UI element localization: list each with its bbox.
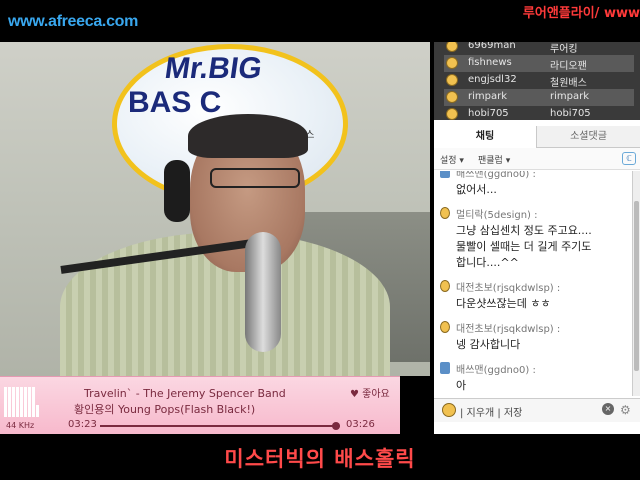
chat-bottom-toolbar: | 지우개 | 저장 × ⚙ xyxy=(434,398,640,422)
total-time: 03:26 xyxy=(346,419,375,430)
user-row[interactable]: fishnews 라디오팬 xyxy=(444,55,634,72)
user-id: fishnews xyxy=(468,57,512,68)
site-url[interactable]: www.afreeca.com xyxy=(8,13,138,31)
microphone xyxy=(245,232,281,352)
user-row[interactable]: engjsdl32 철원배스 xyxy=(444,72,634,89)
sign-text-line2: BAS C xyxy=(128,86,222,119)
user-face-icon xyxy=(446,108,458,120)
user-id: engjsdl32 xyxy=(468,74,517,85)
user-nick: rimpark xyxy=(550,91,590,102)
chat-text: 다운샷쓰잖는데 ㅎㅎ xyxy=(456,297,551,310)
seek-fill xyxy=(100,425,337,427)
user-face-icon xyxy=(446,57,458,69)
chat-log: 배쓰맨(ggdno0) : 없어서... 멀티락(5design) : 그냥 삼십센치… xyxy=(434,171,632,396)
equalizer-icon xyxy=(4,383,40,417)
user-id: 6969man xyxy=(468,42,516,51)
elapsed-time: 03:23 xyxy=(68,419,97,430)
tab-social[interactable]: 소셜댓글 xyxy=(537,126,640,148)
like-button[interactable]: ♥ 좋아요 xyxy=(350,385,390,400)
side-panel: 6969man 루어킹 fishnews 라디오팬 engjsdl32 철원배스 rimpa… xyxy=(430,42,640,434)
chat-author[interactable]: 대전초보(rjsqkdwlsp) : xyxy=(456,279,560,294)
panel-tabs: 채팅 소셜댓글 xyxy=(434,126,640,148)
chat-scrollbar[interactable] xyxy=(632,171,640,396)
mobile-icon xyxy=(440,171,450,178)
chat-author[interactable]: 배쓰맨(ggdno0) : xyxy=(456,361,536,376)
user-nick: 루어킹 xyxy=(550,44,578,55)
chat-author[interactable]: 멀티락(5design) : xyxy=(456,206,538,221)
tab-chat[interactable]: 채팅 xyxy=(434,126,537,148)
sign-text-line1: Mr.BIG xyxy=(162,52,265,85)
chat-text: 그냥 삼십센치 정도 주고요.... xyxy=(456,224,592,237)
chat-toolbar: 설정 ▾ 팬클럽 ▾ ℂ xyxy=(434,148,640,170)
user-nick: 철원배스 xyxy=(550,78,587,89)
fanclub-dropdown[interactable]: 팬클럽 ▾ xyxy=(478,153,510,166)
host-hair xyxy=(188,114,308,158)
user-row[interactable]: rimpark rimpark xyxy=(444,89,634,106)
player-gap xyxy=(400,376,430,434)
headphone xyxy=(164,160,190,222)
close-icon[interactable]: × xyxy=(602,403,614,415)
user-id: hobi705 xyxy=(468,108,509,119)
user-row[interactable]: hobi705 hobi705 xyxy=(444,106,634,120)
music-player: Travelin` - The Jeremy Spencer Band 황인용의… xyxy=(0,376,400,434)
chat-text: 아 xyxy=(456,379,467,392)
user-face-icon xyxy=(440,321,450,333)
chat-author[interactable]: 대전초보(rjsqkdwlsp) : xyxy=(456,320,560,335)
host-glasses xyxy=(210,168,300,188)
show-caption: 미스터빅의 배스홀릭 xyxy=(0,434,640,480)
settings-dropdown[interactable]: 설정 ▾ xyxy=(440,153,464,166)
user-row[interactable]: 6969man 루어킹 xyxy=(444,42,634,55)
user-face-icon xyxy=(440,207,450,219)
chat-text: 넹 감사합니다 xyxy=(456,338,521,351)
clear-save-controls[interactable]: | 지우개 | 저장 xyxy=(460,404,522,419)
chat-text: 없어서... xyxy=(456,183,497,196)
track-title: Travelin` - The Jeremy Spencer Band xyxy=(84,387,286,400)
user-list[interactable]: 6969man 루어킹 fishnews 라디오팬 engjsdl32 철원배스 rimpa… xyxy=(434,42,640,120)
user-face-icon xyxy=(440,280,450,292)
seek-bar[interactable] xyxy=(100,422,341,430)
track-subtitle: 황인용의 Young Pops(Flash Black!) xyxy=(74,403,256,416)
chat-author[interactable]: 배쓰맨(ggdno0) : xyxy=(456,171,536,180)
chat-text: 물빨이 셀때는 더 길게 주기도 xyxy=(456,240,592,253)
user-face-icon xyxy=(446,74,458,86)
video-stream[interactable]: Mr.BIG BAS C 미스 xyxy=(0,42,430,376)
top-bar: www.afreeca.com 루어앤플라이/ www xyxy=(0,0,640,42)
user-id: rimpark xyxy=(468,91,508,102)
scroll-thumb[interactable] xyxy=(634,201,639,371)
sample-rate: 44 KHz xyxy=(6,421,35,430)
user-face-icon xyxy=(446,42,458,52)
user-face-icon xyxy=(446,91,458,103)
chat-option-icon[interactable]: ℂ xyxy=(622,152,636,165)
marquee-text: 루어앤플라이/ www xyxy=(522,6,640,21)
user-nick: 라디오팬 xyxy=(550,61,587,72)
chat-text: 합니다....^^ xyxy=(456,256,519,269)
mobile-icon xyxy=(440,362,450,374)
user-nick: hobi705 xyxy=(550,108,591,119)
emoticon-icon[interactable] xyxy=(442,403,456,417)
gear-icon[interactable]: ⚙ xyxy=(620,403,631,417)
seek-handle[interactable] xyxy=(332,422,341,430)
caption-text: 미스터빅의 배스홀릭 xyxy=(224,447,416,471)
